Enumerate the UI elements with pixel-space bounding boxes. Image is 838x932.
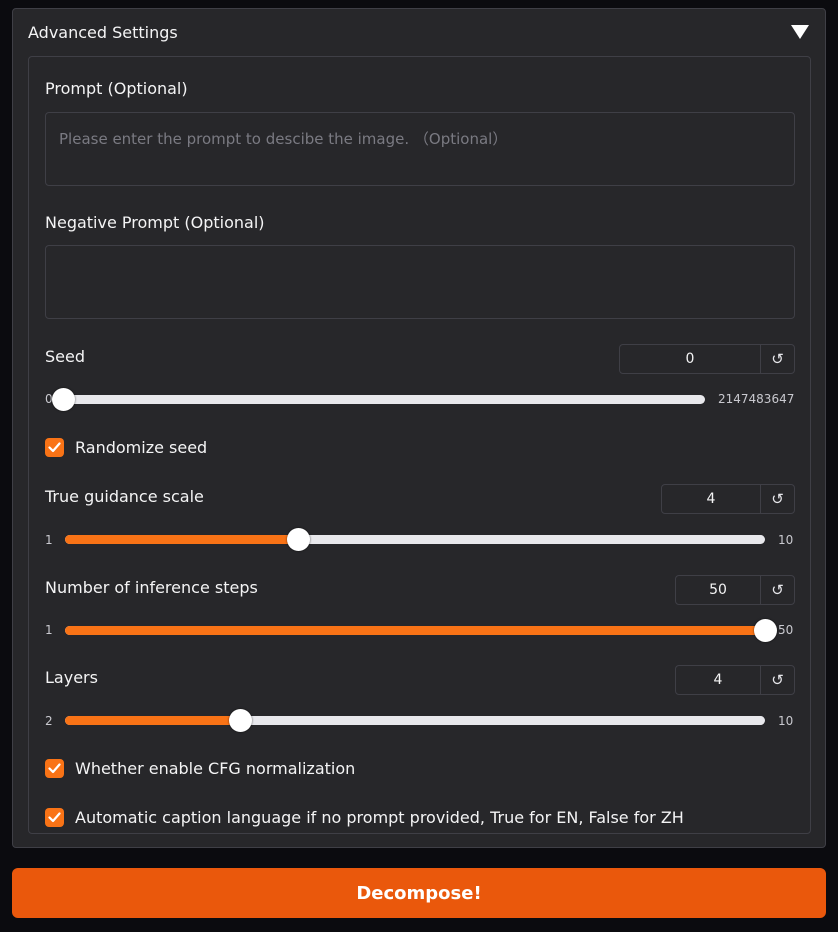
reset-icon: ↺: [771, 350, 784, 368]
triangle-down-icon[interactable]: [791, 25, 809, 39]
layers-slider-thumb[interactable]: [229, 709, 252, 732]
seed-slider[interactable]: [52, 388, 705, 411]
caption-language-checkbox-row[interactable]: Automatic caption language if no prompt …: [45, 806, 684, 828]
reset-icon: ↺: [771, 490, 784, 508]
settings-panel: Prompt (Optional) Negative Prompt (Optio…: [28, 56, 811, 834]
cfg-normalization-checkbox-row[interactable]: Whether enable CFG normalization: [45, 757, 355, 779]
steps-slider[interactable]: [65, 619, 777, 642]
steps-number-box: ↺: [675, 575, 795, 605]
layers-number-box: ↺: [675, 665, 795, 695]
layers-max-label: 10: [778, 714, 794, 728]
accordion-header[interactable]: Advanced Settings: [13, 9, 825, 57]
layers-min-label: 2: [45, 714, 53, 728]
layers-label: Layers: [45, 668, 98, 687]
guidance-max-label: 10: [778, 533, 794, 547]
guidance-slider-thumb[interactable]: [287, 528, 311, 551]
checkmark-icon: [48, 811, 61, 822]
caption-language-label: Automatic caption language if no prompt …: [75, 807, 684, 827]
reset-icon: ↺: [771, 671, 784, 689]
guidance-min-label: 1: [45, 533, 53, 547]
seed-max-label: 2147483647: [718, 392, 795, 406]
advanced-settings-accordion: Advanced Settings Prompt (Optional) Nega…: [12, 8, 826, 848]
negative-prompt-input[interactable]: [45, 245, 795, 319]
cfg-normalization-label: Whether enable CFG normalization: [75, 758, 356, 778]
steps-min-label: 1: [45, 623, 53, 637]
layers-slider[interactable]: [65, 709, 765, 732]
prompt-input[interactable]: [45, 112, 795, 186]
guidance-number-box: ↺: [661, 484, 795, 514]
steps-slider-thumb[interactable]: [754, 619, 777, 642]
cfg-normalization-checkbox[interactable]: [45, 758, 64, 778]
checkmark-icon: [48, 762, 61, 773]
caption-language-checkbox[interactable]: [45, 807, 64, 827]
reset-icon: ↺: [771, 581, 784, 599]
randomize-seed-label: Randomize seed: [75, 437, 208, 457]
steps-reset-button[interactable]: ↺: [761, 576, 794, 604]
layers-number-input[interactable]: [676, 666, 761, 694]
guidance-reset-button[interactable]: ↺: [761, 485, 794, 513]
steps-max-label: 50: [778, 623, 794, 637]
seed-slider-thumb[interactable]: [52, 388, 75, 411]
randomize-seed-checkbox[interactable]: [45, 437, 64, 457]
seed-number-input[interactable]: [620, 345, 761, 373]
steps-number-input[interactable]: [676, 576, 761, 604]
layers-slider-fill: [65, 716, 240, 725]
guidance-number-input[interactable]: [662, 485, 761, 513]
negative-prompt-label: Negative Prompt (Optional): [45, 213, 265, 232]
guidance-slider[interactable]: [65, 528, 765, 551]
layers-reset-button[interactable]: ↺: [761, 666, 794, 694]
guidance-label: True guidance scale: [45, 487, 204, 506]
prompt-label: Prompt (Optional): [45, 79, 188, 98]
guidance-slider-fill: [65, 535, 299, 544]
seed-number-box: ↺: [619, 344, 795, 374]
steps-label: Number of inference steps: [45, 578, 258, 597]
decompose-button[interactable]: Decompose!: [12, 868, 826, 918]
accordion-title: Advanced Settings: [28, 23, 178, 42]
randomize-seed-checkbox-row[interactable]: Randomize seed: [45, 436, 207, 458]
seed-label: Seed: [45, 347, 85, 366]
steps-slider-fill: [65, 626, 765, 635]
seed-reset-button[interactable]: ↺: [761, 345, 794, 373]
checkmark-icon: [48, 441, 61, 452]
